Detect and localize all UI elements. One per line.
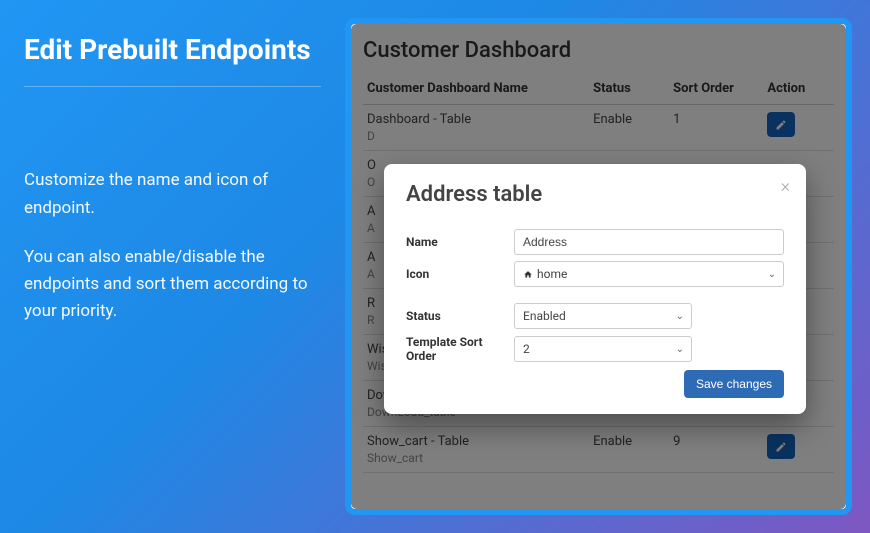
sidebar-description: Customize the name and icon of endpoint.… [24,167,321,325]
name-input[interactable] [514,229,784,255]
save-changes-button[interactable]: Save changes [684,370,784,398]
sort-select[interactable]: 2 ⌄ [514,336,692,362]
info-sidebar: Edit Prebuilt Endpoints Customize the na… [0,0,345,533]
status-label: Status [406,309,514,323]
home-icon [523,270,533,279]
icon-label: Icon [406,267,514,281]
main-panel: Customer Dashboard Customer Dashboard Na… [345,0,870,533]
icon-value: home [537,267,567,281]
sidebar-title: Edit Prebuilt Endpoints [24,32,321,68]
status-select[interactable]: Enabled ⌄ [514,303,692,329]
sidebar-paragraph-2: You can also enable/disable the endpoint… [24,244,321,326]
edit-endpoint-modal: × Address table Name Icon home ⌄ Status [384,164,806,414]
dashboard-card: Customer Dashboard Customer Dashboard Na… [345,18,852,515]
sort-value: 2 [523,342,530,356]
icon-select[interactable]: home ⌄ [514,261,784,287]
divider [24,86,321,87]
modal-title: Address table [406,182,784,207]
status-value: Enabled [523,309,566,323]
name-label: Name [406,235,514,249]
sort-label: Template Sort Order [406,335,514,364]
sidebar-paragraph-1: Customize the name and icon of endpoint. [24,167,321,221]
close-icon[interactable]: × [781,176,790,197]
